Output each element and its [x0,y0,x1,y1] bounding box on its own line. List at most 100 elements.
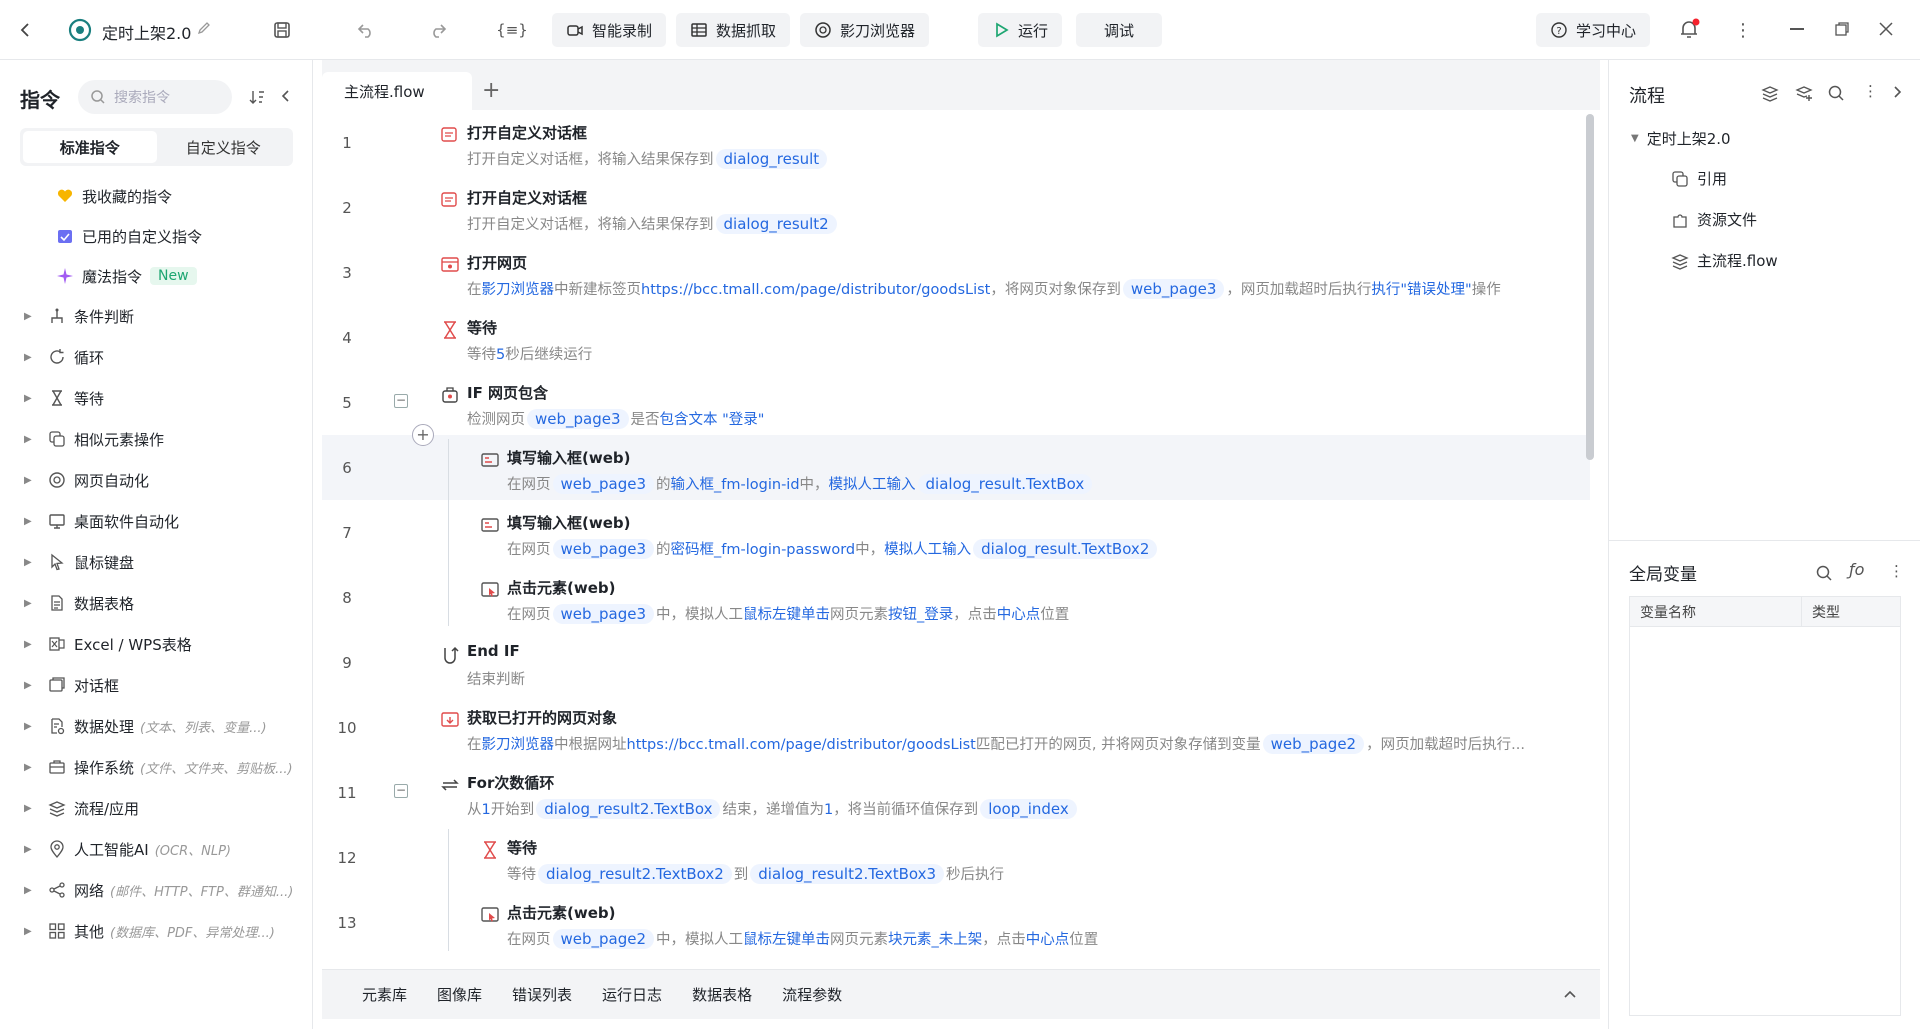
category-item[interactable]: ▶ 条件判断 [0,296,313,336]
variable-chip[interactable]: web_page2 [1262,734,1365,754]
variable-chip[interactable]: web_page3 [552,474,655,494]
flow-step-row[interactable]: 9 End IF 结束判断 [322,630,1590,695]
smart-record-button[interactable]: 智能录制 [552,13,667,47]
tab-element-library[interactable]: 元素库 [362,984,407,1005]
flow-step-row[interactable]: 3 打开网页 在影刀浏览器中新建标签页https://bcc.tmall.com/p… [322,240,1590,305]
flow-step-row[interactable]: 7 填写输入框(web) 在网页 web_page3 的密码框_fm-login-pas… [322,500,1590,565]
param-link[interactable]: 鼠标左键单击 [743,607,830,623]
variable-chip[interactable]: dialog_result2.TextBox2 [538,864,732,884]
param-link[interactable]: 包含文本 "登录" [660,412,765,428]
category-item[interactable]: ▶ Excel / WPS表格 [0,624,313,664]
param-link[interactable]: 执行"错误处理" [1371,282,1471,298]
variable-chip[interactable]: web_page3 [552,604,655,624]
tree-item-resource-files[interactable]: 资源文件 [1671,209,1757,230]
param-link[interactable]: 影刀浏览器 [482,737,555,753]
collapse-block-icon[interactable]: − [394,784,408,798]
variable-chip[interactable]: loop_index [980,799,1077,819]
variable-chip[interactable]: dialog_result2 [715,214,837,234]
param-link[interactable]: 5 [496,347,505,363]
flow-step-row[interactable]: 5 − IF 网页包含 检测网页 web_page3 是否包含文本 "登录" [322,370,1590,435]
category-item[interactable]: ▶ 循环 [0,337,313,377]
tree-item-main-flow[interactable]: 主流程.flow [1671,250,1778,271]
insert-step-button[interactable]: + [412,424,434,446]
param-link[interactable]: 模拟人工输入 [829,477,916,493]
param-link[interactable]: 中心点 [997,607,1041,623]
tab-flow-params[interactable]: 流程参数 [782,984,842,1005]
close-icon[interactable] [1878,21,1894,37]
collapse-right-panel-icon[interactable] [1889,84,1905,100]
variable-chip[interactable]: dialog_result.TextBox [917,474,1093,494]
param-link[interactable]: 1 [482,802,491,818]
add-flow-icon[interactable] [1795,84,1813,102]
minimize-icon[interactable] [1790,28,1804,30]
flow-step-row[interactable]: 11− For次数循环 从1开始到 dialog_result2.TextBox 结束，… [322,760,1590,825]
sort-icon[interactable] [248,88,266,106]
category-item[interactable]: ▶ 人工智能AI (OCR、NLP) [0,829,313,869]
more-menu-icon[interactable]: ⋮ [1734,20,1752,41]
learning-center-button[interactable]: ? 学习中心 [1536,13,1651,47]
tab-image-library[interactable]: 图像库 [437,984,482,1005]
flow-layers-icon[interactable] [1761,84,1779,102]
browser-button[interactable]: 影刀浏览器 [800,13,930,47]
bell-icon[interactable] [1678,18,1700,40]
data-capture-button[interactable]: 数据抓取 [676,13,791,47]
param-link[interactable]: 块元素_未上架 [888,932,982,948]
param-link[interactable]: 按钮_登录 [888,607,953,623]
tab-main-flow[interactable]: 主流程.flow [322,72,472,110]
editor-scrollbar[interactable] [1586,114,1594,460]
flow-step-row[interactable]: 6 填写输入框(web) 在网页 web_page3 的输入框_fm-login-id中… [322,435,1590,500]
param-link[interactable]: 1 [824,802,833,818]
flow-step-row[interactable]: 10 获取已打开的网页对象 在影刀浏览器中根据网址https://bcc.tmall… [322,695,1590,760]
variable-chip[interactable]: web_page3 [552,539,655,559]
tab-error-list[interactable]: 错误列表 [512,984,572,1005]
collapse-panel-icon[interactable] [278,88,294,104]
debug-button[interactable]: 调试 [1076,13,1163,47]
flow-more-icon[interactable]: ⋮ [1863,82,1878,100]
used-custom-commands-item[interactable]: 已用的自定义指令 [0,216,313,256]
category-item[interactable]: ▶ 操作系统 (文件、文件夹、剪贴板...) [0,747,313,787]
variable-chip[interactable]: dialog_result [715,149,828,169]
param-link[interactable]: 鼠标左键单击 [743,932,830,948]
variable-chip[interactable]: web_page3 [1122,279,1225,299]
tree-root-project[interactable]: ▼ 定时上架2.0 [1631,128,1731,149]
variable-chip[interactable]: dialog_result2.TextBox [536,799,721,819]
tab-standard-commands[interactable]: 标准指令 [23,131,157,163]
category-item[interactable]: ▶ 等待 [0,378,313,418]
tree-item-reference[interactable]: 引用 [1671,168,1727,189]
flow-step-row[interactable]: 4 等待 等待5秒后继续运行 [322,305,1590,370]
param-link[interactable]: 模拟人工输入 [884,542,971,558]
collapse-block-icon[interactable]: − [394,394,408,408]
category-item[interactable]: ▶ 其他 (数据库、PDF、异常处理...) [0,911,313,951]
undo-icon[interactable] [352,16,380,44]
category-item[interactable]: ▶ 鼠标键盘 [0,542,313,582]
variable-chip[interactable]: web_page3 [527,409,629,429]
back-icon[interactable] [12,16,40,44]
category-item[interactable]: ▶ 数据处理 (文本、列表、变量...) [0,706,313,746]
code-variable-icon[interactable]: {≡} [496,16,528,44]
param-link[interactable]: 中心点 [1026,932,1070,948]
function-icon[interactable]: ƒo [1849,560,1864,579]
flow-step-row[interactable]: 13 点击元素(web) 在网页 web_page2 中，模拟人工鼠标左键单击网页元素块… [322,890,1590,955]
param-link[interactable]: 输入框_fm-login-id [671,477,800,493]
edit-title-icon[interactable] [196,20,212,36]
category-item[interactable]: ▶ 数据表格 [0,583,313,623]
run-button[interactable]: 运行 [978,13,1063,47]
category-item[interactable]: ▶ 流程/应用 [0,788,313,828]
category-item[interactable]: ▶ 对话框 [0,665,313,705]
variable-chip[interactable]: dialog_result.TextBox2 [973,539,1158,559]
param-link[interactable]: https://bcc.tmall.com/page/distributor/g… [641,282,990,298]
category-item[interactable]: ▶ 相似元素操作 [0,419,313,459]
flow-step-row[interactable]: 1 打开自定义对话框 打开自定义对话框，将输入结果保存到 dialog_result [322,110,1590,175]
save-icon[interactable] [268,16,296,44]
add-tab-icon[interactable]: + [482,78,500,103]
flow-search-icon[interactable] [1827,84,1845,102]
tab-custom-commands[interactable]: 自定义指令 [157,131,291,163]
variable-more-icon[interactable]: ⋮ [1889,562,1904,580]
tab-run-log[interactable]: 运行日志 [602,984,662,1005]
redo-icon[interactable] [424,16,452,44]
flow-step-row[interactable]: 2 打开自定义对话框 打开自定义对话框，将输入结果保存到 dialog_result2 [322,175,1590,240]
category-item[interactable]: ▶ 桌面软件自动化 [0,501,313,541]
magic-commands-item[interactable]: 魔法指令 New [0,256,313,296]
flow-step-row[interactable]: 12 等待 等待 dialog_result2.TextBox2 到 dialog_res… [322,825,1590,890]
variable-chip[interactable]: dialog_result2.TextBox3 [750,864,945,884]
